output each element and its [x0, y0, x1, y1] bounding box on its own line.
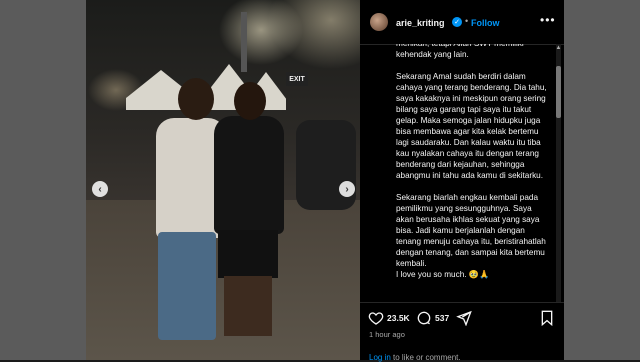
separator-dot: • — [465, 16, 469, 26]
person-right-legs — [224, 276, 272, 336]
scrollbar-thumb[interactable] — [556, 66, 561, 118]
share-icon[interactable] — [456, 310, 472, 326]
like-count: 23.5K — [387, 313, 410, 323]
username[interactable]: arie_kriting — [396, 18, 445, 28]
comment-icon[interactable] — [416, 310, 432, 326]
comment-count: 537 — [435, 313, 450, 323]
scroll-up-icon[interactable]: ▲ — [555, 45, 562, 53]
post-photo[interactable]: EXIT ‹ › — [86, 0, 360, 360]
caption-paragraph: Sekarang Amal sudah berdiri dalam cahaya… — [396, 72, 547, 180]
bookmark-icon[interactable] — [540, 310, 554, 326]
page-backdrop-right — [564, 0, 640, 360]
chevron-right-icon[interactable]: › — [339, 181, 355, 197]
post-actions: 23.5K 537 1 hour ago Log in to like or c… — [360, 302, 564, 362]
person-right-body — [214, 116, 284, 234]
avatar[interactable] — [370, 13, 388, 31]
login-link[interactable]: Log in — [369, 353, 391, 362]
light-pole — [241, 12, 247, 72]
caption-text: menikah, tetapi Allah SWT memiliki kehen… — [396, 44, 550, 291]
caption-paragraph: Sekarang biarlah engkau kembali pada pem… — [396, 193, 546, 268]
verified-badge-icon: ✓ — [452, 17, 462, 27]
caption-paragraph: menikah, tetapi Allah SWT memiliki kehen… — [396, 44, 524, 59]
login-prompt-text: to like or comment. — [390, 353, 461, 362]
post-side-panel: arie_kriting ✓ • Follow ••• menikah, tet… — [360, 0, 564, 362]
person-left-head — [178, 78, 214, 120]
chevron-left-icon[interactable]: ‹ — [92, 181, 108, 197]
person-right-head — [234, 82, 266, 120]
more-options-icon[interactable]: ••• — [540, 13, 556, 27]
page-backdrop-left — [0, 0, 86, 360]
login-prompt: Log in to like or comment. — [369, 353, 461, 362]
caption-paragraph: I love you so much. 🥹🙏 — [396, 270, 490, 279]
exit-sign: EXIT — [286, 72, 308, 86]
post-header: arie_kriting ✓ • Follow ••• — [360, 0, 564, 45]
person-left-legs — [158, 232, 216, 340]
person-right-shorts — [218, 230, 278, 278]
caption-area[interactable]: menikah, tetapi Allah SWT memiliki kehen… — [360, 44, 564, 302]
follow-button[interactable]: Follow — [471, 18, 500, 28]
post-timestamp: 1 hour ago — [369, 330, 405, 339]
heart-icon[interactable] — [368, 310, 384, 326]
